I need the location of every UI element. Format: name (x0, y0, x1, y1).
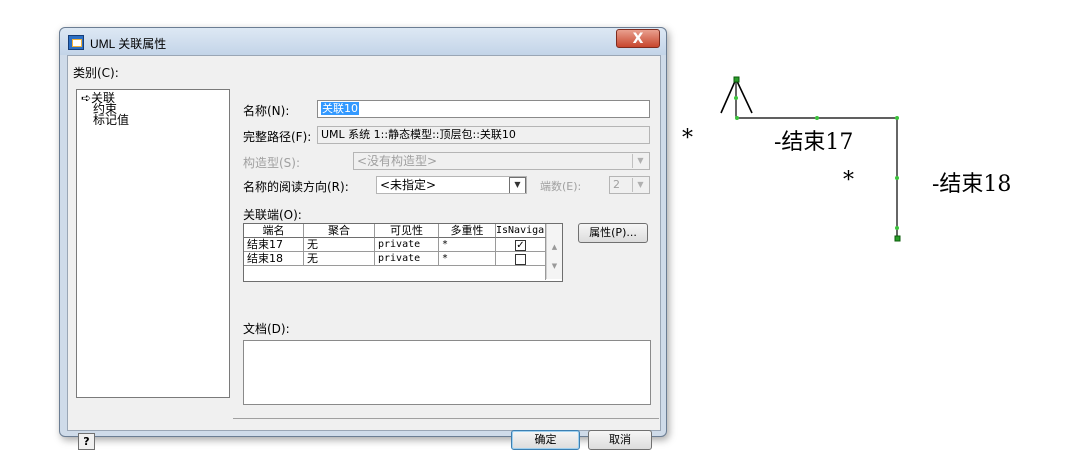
end17-multiplicity: * (682, 126, 693, 151)
end18-role-label: -结束18 (932, 172, 1012, 197)
uml-association-diagram (720, 76, 901, 242)
end18-multiplicity: * (843, 168, 854, 193)
selection-handle[interactable] (733, 76, 740, 83)
selection-handle[interactable] (895, 116, 899, 120)
selection-handle[interactable] (895, 176, 899, 180)
end17-role-label: -结束17 (774, 130, 854, 155)
selection-handle[interactable] (894, 235, 901, 242)
selection-handle[interactable] (734, 96, 738, 100)
selection-handle[interactable] (815, 116, 819, 120)
selection-handle[interactable] (895, 226, 899, 230)
selection-handle[interactable] (735, 116, 739, 120)
